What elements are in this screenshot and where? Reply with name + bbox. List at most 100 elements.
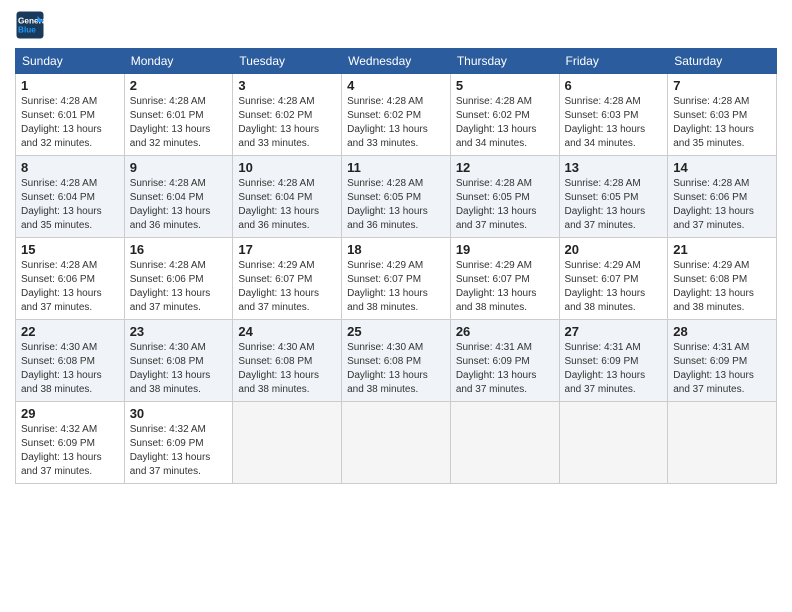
day-cell: 29 Sunrise: 4:32 AM Sunset: 6:09 PM Dayli… bbox=[16, 402, 125, 484]
day-number: 10 bbox=[238, 160, 336, 175]
day-cell: 26 Sunrise: 4:31 AM Sunset: 6:09 PM Dayli… bbox=[450, 320, 559, 402]
day-number: 9 bbox=[130, 160, 228, 175]
day-number: 8 bbox=[21, 160, 119, 175]
day-info: Sunrise: 4:28 AM Sunset: 6:05 PM Dayligh… bbox=[565, 177, 663, 233]
day-info: Sunrise: 4:28 AM Sunset: 6:06 PM Dayligh… bbox=[130, 259, 228, 315]
day-number: 20 bbox=[565, 242, 663, 257]
day-info: Sunrise: 4:28 AM Sunset: 6:02 PM Dayligh… bbox=[456, 95, 554, 151]
day-info: Sunrise: 4:30 AM Sunset: 6:08 PM Dayligh… bbox=[238, 341, 336, 397]
week-row-4: 22 Sunrise: 4:30 AM Sunset: 6:08 PM Dayli… bbox=[16, 320, 777, 402]
day-info: Sunrise: 4:30 AM Sunset: 6:08 PM Dayligh… bbox=[347, 341, 445, 397]
day-info: Sunrise: 4:29 AM Sunset: 6:07 PM Dayligh… bbox=[456, 259, 554, 315]
day-number: 30 bbox=[130, 406, 228, 421]
calendar: SundayMondayTuesdayWednesdayThursdayFrid… bbox=[15, 48, 777, 484]
weekday-thursday: Thursday bbox=[450, 49, 559, 74]
week-row-2: 8 Sunrise: 4:28 AM Sunset: 6:04 PM Daylig… bbox=[16, 156, 777, 238]
day-info: Sunrise: 4:30 AM Sunset: 6:08 PM Dayligh… bbox=[130, 341, 228, 397]
day-cell: 16 Sunrise: 4:28 AM Sunset: 6:06 PM Dayli… bbox=[124, 238, 233, 320]
day-number: 18 bbox=[347, 242, 445, 257]
day-cell bbox=[559, 402, 668, 484]
day-cell: 4 Sunrise: 4:28 AM Sunset: 6:02 PM Daylig… bbox=[342, 74, 451, 156]
day-number: 6 bbox=[565, 78, 663, 93]
weekday-tuesday: Tuesday bbox=[233, 49, 342, 74]
day-cell bbox=[668, 402, 777, 484]
day-info: Sunrise: 4:31 AM Sunset: 6:09 PM Dayligh… bbox=[565, 341, 663, 397]
day-cell: 18 Sunrise: 4:29 AM Sunset: 6:07 PM Dayli… bbox=[342, 238, 451, 320]
day-info: Sunrise: 4:30 AM Sunset: 6:08 PM Dayligh… bbox=[21, 341, 119, 397]
day-number: 5 bbox=[456, 78, 554, 93]
day-info: Sunrise: 4:29 AM Sunset: 6:07 PM Dayligh… bbox=[238, 259, 336, 315]
day-cell: 20 Sunrise: 4:29 AM Sunset: 6:07 PM Dayli… bbox=[559, 238, 668, 320]
day-cell: 11 Sunrise: 4:28 AM Sunset: 6:05 PM Dayli… bbox=[342, 156, 451, 238]
day-number: 16 bbox=[130, 242, 228, 257]
day-info: Sunrise: 4:28 AM Sunset: 6:02 PM Dayligh… bbox=[238, 95, 336, 151]
logo-icon: General Blue bbox=[15, 10, 45, 40]
day-number: 29 bbox=[21, 406, 119, 421]
day-info: Sunrise: 4:28 AM Sunset: 6:03 PM Dayligh… bbox=[565, 95, 663, 151]
day-info: Sunrise: 4:28 AM Sunset: 6:01 PM Dayligh… bbox=[130, 95, 228, 151]
day-number: 4 bbox=[347, 78, 445, 93]
day-number: 7 bbox=[673, 78, 771, 93]
day-number: 24 bbox=[238, 324, 336, 339]
day-info: Sunrise: 4:28 AM Sunset: 6:06 PM Dayligh… bbox=[21, 259, 119, 315]
day-cell: 28Sunrise: 4:31 AM Sunset: 6:09 PM Dayli… bbox=[668, 320, 777, 402]
day-number: 23 bbox=[130, 324, 228, 339]
day-cell bbox=[450, 402, 559, 484]
day-cell: 1 Sunrise: 4:28 AM Sunset: 6:01 PM Daylig… bbox=[16, 74, 125, 156]
day-cell: 7 Sunrise: 4:28 AM Sunset: 6:03 PM Daylig… bbox=[668, 74, 777, 156]
day-number: 19 bbox=[456, 242, 554, 257]
day-info: Sunrise: 4:28 AM Sunset: 6:03 PM Dayligh… bbox=[673, 95, 771, 151]
day-info: Sunrise: 4:28 AM Sunset: 6:05 PM Dayligh… bbox=[347, 177, 445, 233]
day-info: Sunrise: 4:28 AM Sunset: 6:06 PM Dayligh… bbox=[673, 177, 771, 233]
day-cell: 12Sunrise: 4:28 AM Sunset: 6:05 PM Dayli… bbox=[450, 156, 559, 238]
day-info: Sunrise: 4:28 AM Sunset: 6:04 PM Dayligh… bbox=[238, 177, 336, 233]
day-cell: 19 Sunrise: 4:29 AM Sunset: 6:07 PM Dayli… bbox=[450, 238, 559, 320]
day-number: 22 bbox=[21, 324, 119, 339]
day-info: Sunrise: 4:28 AM Sunset: 6:02 PM Dayligh… bbox=[347, 95, 445, 151]
day-number: 25 bbox=[347, 324, 445, 339]
svg-text:Blue: Blue bbox=[18, 26, 36, 35]
day-info: Sunrise: 4:28 AM Sunset: 6:01 PM Dayligh… bbox=[21, 95, 119, 151]
day-number: 14 bbox=[673, 160, 771, 175]
day-cell: 22 Sunrise: 4:30 AM Sunset: 6:08 PM Dayli… bbox=[16, 320, 125, 402]
day-number: 3 bbox=[238, 78, 336, 93]
weekday-monday: Monday bbox=[124, 49, 233, 74]
day-info: Sunrise: 4:29 AM Sunset: 6:07 PM Dayligh… bbox=[347, 259, 445, 315]
day-cell: 15 Sunrise: 4:28 AM Sunset: 6:06 PM Dayli… bbox=[16, 238, 125, 320]
day-cell: 21Sunrise: 4:29 AM Sunset: 6:08 PM Dayli… bbox=[668, 238, 777, 320]
day-cell: 10 Sunrise: 4:28 AM Sunset: 6:04 PM Dayli… bbox=[233, 156, 342, 238]
day-cell: 8Sunrise: 4:28 AM Sunset: 6:04 PM Daylig… bbox=[16, 156, 125, 238]
week-row-5: 29 Sunrise: 4:32 AM Sunset: 6:09 PM Dayli… bbox=[16, 402, 777, 484]
day-info: Sunrise: 4:32 AM Sunset: 6:09 PM Dayligh… bbox=[21, 423, 119, 479]
weekday-sunday: Sunday bbox=[16, 49, 125, 74]
day-info: Sunrise: 4:28 AM Sunset: 6:04 PM Dayligh… bbox=[130, 177, 228, 233]
day-number: 11 bbox=[347, 160, 445, 175]
day-info: Sunrise: 4:31 AM Sunset: 6:09 PM Dayligh… bbox=[673, 341, 771, 397]
day-cell bbox=[342, 402, 451, 484]
day-number: 26 bbox=[456, 324, 554, 339]
logo: General Blue bbox=[15, 10, 49, 40]
day-cell: 23 Sunrise: 4:30 AM Sunset: 6:08 PM Dayli… bbox=[124, 320, 233, 402]
day-cell: 5 Sunrise: 4:28 AM Sunset: 6:02 PM Daylig… bbox=[450, 74, 559, 156]
day-cell: 24 Sunrise: 4:30 AM Sunset: 6:08 PM Dayli… bbox=[233, 320, 342, 402]
day-info: Sunrise: 4:29 AM Sunset: 6:08 PM Dayligh… bbox=[673, 259, 771, 315]
day-cell: 25 Sunrise: 4:30 AM Sunset: 6:08 PM Dayli… bbox=[342, 320, 451, 402]
weekday-friday: Friday bbox=[559, 49, 668, 74]
day-cell: 3 Sunrise: 4:28 AM Sunset: 6:02 PM Daylig… bbox=[233, 74, 342, 156]
day-cell: 6 Sunrise: 4:28 AM Sunset: 6:03 PM Daylig… bbox=[559, 74, 668, 156]
weekday-wednesday: Wednesday bbox=[342, 49, 451, 74]
day-cell: 30 Sunrise: 4:32 AM Sunset: 6:09 PM Dayli… bbox=[124, 402, 233, 484]
week-row-3: 15 Sunrise: 4:28 AM Sunset: 6:06 PM Dayli… bbox=[16, 238, 777, 320]
day-info: Sunrise: 4:31 AM Sunset: 6:09 PM Dayligh… bbox=[456, 341, 554, 397]
weekday-saturday: Saturday bbox=[668, 49, 777, 74]
header: General Blue bbox=[15, 10, 777, 40]
day-info: Sunrise: 4:32 AM Sunset: 6:09 PM Dayligh… bbox=[130, 423, 228, 479]
day-cell bbox=[233, 402, 342, 484]
day-number: 1 bbox=[21, 78, 119, 93]
day-cell: 9 Sunrise: 4:28 AM Sunset: 6:04 PM Daylig… bbox=[124, 156, 233, 238]
day-number: 15 bbox=[21, 242, 119, 257]
day-number: 2 bbox=[130, 78, 228, 93]
day-number: 17 bbox=[238, 242, 336, 257]
day-info: Sunrise: 4:29 AM Sunset: 6:07 PM Dayligh… bbox=[565, 259, 663, 315]
day-number: 13 bbox=[565, 160, 663, 175]
